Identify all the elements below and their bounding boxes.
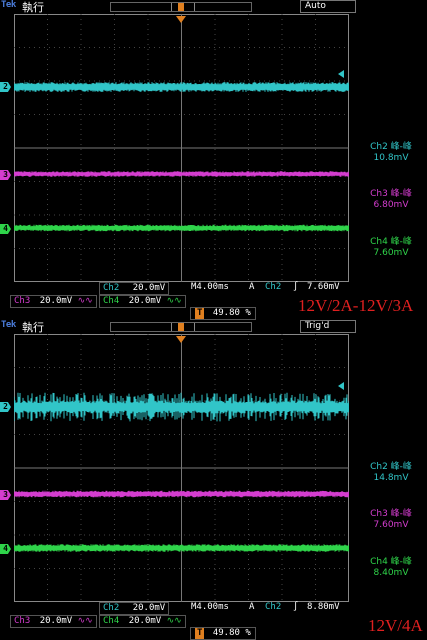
ch4-scale: 20.0mV xyxy=(128,616,162,626)
record-position-bar[interactable] xyxy=(110,322,252,332)
trigger-source[interactable]: Ch2 xyxy=(262,602,284,613)
ch2-scale: 20.0mV xyxy=(132,603,166,613)
bandwidth-limit-icon: ∿∿ xyxy=(77,616,93,626)
bandwidth-limit-icon: ∿∿ xyxy=(77,296,93,306)
footer-row-1: Ch2 20.0mV M4.00ms A Ch2 ∫ 7.60mV xyxy=(0,282,427,295)
measurement-value: 8.40mV xyxy=(373,568,409,578)
ch4-marker[interactable]: 4 xyxy=(0,224,11,234)
top-status-bar: Tek 執行 Trig'd xyxy=(0,320,427,334)
trigger-slope-icon: ∫ xyxy=(293,282,299,292)
trigger-source[interactable]: Ch2 xyxy=(262,282,284,293)
ch3-marker[interactable]: 3 xyxy=(0,490,11,500)
measurement-label: Ch2 峰-峰 xyxy=(370,462,412,472)
ch2-marker[interactable]: 2 xyxy=(0,402,11,412)
trigger-arrow-icon xyxy=(176,336,186,343)
measurement-label: Ch3 峰-峰 xyxy=(370,189,412,199)
ch2-scale: 20.0mV xyxy=(132,283,166,293)
ch4-trace xyxy=(14,544,349,552)
measurement-value: 7.60mV xyxy=(373,248,409,258)
trigger-position-icon xyxy=(178,3,184,11)
measurement-label: Ch4 峰-峰 xyxy=(370,557,412,567)
measurement-value: 7.60mV xyxy=(373,520,409,530)
measurement-ch2: Ch2 峰-峰 10.8mV xyxy=(356,142,426,164)
measurement-ch4: Ch4 峰-峰 8.40mV xyxy=(356,557,426,579)
footer-row-3: T 49.80 % xyxy=(0,307,427,320)
footer-row-1: Ch2 20.0mV M4.00ms A Ch2 ∫ 8.80mV xyxy=(0,602,427,615)
measurement-label: Ch3 峰-峰 xyxy=(370,509,412,519)
trigger-level[interactable]: 7.60mV xyxy=(304,282,343,293)
trigger-level[interactable]: 8.80mV xyxy=(304,602,343,613)
trigger-position-icon: T xyxy=(195,628,205,639)
trigger-slope-icon: ∫ xyxy=(293,602,299,612)
measurement-ch3: Ch3 峰-峰 7.60mV xyxy=(356,509,426,531)
footer-row-3: T 49.80 % xyxy=(0,627,427,640)
ch3-trace xyxy=(14,171,349,177)
trigger-position-readout[interactable]: T 49.80 % xyxy=(190,627,256,640)
ch2-scale-readout[interactable]: Ch2 20.0mV xyxy=(99,282,170,295)
measurement-value: 6.80mV xyxy=(373,200,409,210)
ch4-marker[interactable]: 4 xyxy=(0,544,11,554)
scope-panel-1: Tek 執行 Auto 2 3 4 Ch2 峰-峰 10.8mV Ch3 峰-峰… xyxy=(0,0,427,320)
trigger-level-icon xyxy=(338,70,344,78)
trigger-position-icon: T xyxy=(195,308,205,319)
graticule-grid xyxy=(14,334,349,602)
measurement-value: 10.8mV xyxy=(373,153,409,163)
ch2-label: Ch2 xyxy=(103,283,120,293)
ch3-label: Ch3 xyxy=(14,296,31,306)
measurement-label: Ch4 峰-峰 xyxy=(370,237,412,247)
measurement-value: 14.8mV xyxy=(373,473,409,483)
trigger-position-value: 49.80 % xyxy=(212,308,251,318)
trigger-status: Auto xyxy=(300,0,356,13)
ch2-marker[interactable]: 2 xyxy=(0,82,11,92)
measurement-label: Ch2 峰-峰 xyxy=(370,142,412,152)
record-position-bar[interactable] xyxy=(110,2,252,12)
ch2-label: Ch2 xyxy=(103,603,120,613)
run-state: 執行 xyxy=(22,321,44,334)
graticule-grid xyxy=(14,14,349,282)
trigger-position-readout[interactable]: T 49.80 % xyxy=(190,307,256,320)
ch3-label: Ch3 xyxy=(14,616,31,626)
timebase-readout[interactable]: M4.00ms xyxy=(188,282,232,293)
run-state: 執行 xyxy=(22,1,44,14)
bandwidth-limit-icon: ∿∿ xyxy=(166,616,182,626)
ch4-label: Ch4 xyxy=(103,296,120,306)
measurement-ch3: Ch3 峰-峰 6.80mV xyxy=(356,189,426,211)
trigger-position-icon xyxy=(178,323,184,331)
ch4-label: Ch4 xyxy=(103,616,120,626)
ch3-scale: 20.0mV xyxy=(39,296,73,306)
brand-logo: Tek xyxy=(1,0,16,10)
ch4-scale: 20.0mV xyxy=(128,296,162,306)
trigger-position-value: 49.80 % xyxy=(212,628,251,638)
scope-panel-2: Tek 執行 Trig'd 2 3 4 Ch2 峰-峰 14.8mV Ch3 峰… xyxy=(0,320,427,640)
top-status-bar: Tek 執行 Auto xyxy=(0,0,427,14)
ch3-scale: 20.0mV xyxy=(39,616,73,626)
bandwidth-limit-icon: ∿∿ xyxy=(166,296,182,306)
graticule xyxy=(14,14,349,282)
brand-logo: Tek xyxy=(1,320,16,330)
measurement-ch4: Ch4 峰-峰 7.60mV xyxy=(356,237,426,259)
trigger-status: Trig'd xyxy=(300,320,356,333)
measurement-ch2: Ch2 峰-峰 14.8mV xyxy=(356,462,426,484)
trigger-level-icon xyxy=(338,382,344,390)
timebase-readout[interactable]: M4.00ms xyxy=(188,602,232,613)
ch3-marker[interactable]: 3 xyxy=(0,170,11,180)
ch2-scale-readout[interactable]: Ch2 20.0mV xyxy=(99,602,170,615)
trigger-mode: A xyxy=(249,602,255,612)
ch4-trace xyxy=(14,224,349,232)
graticule xyxy=(14,334,349,602)
trigger-arrow-icon xyxy=(176,16,186,23)
ch2-trace xyxy=(14,82,349,92)
trigger-mode: A xyxy=(249,282,255,292)
